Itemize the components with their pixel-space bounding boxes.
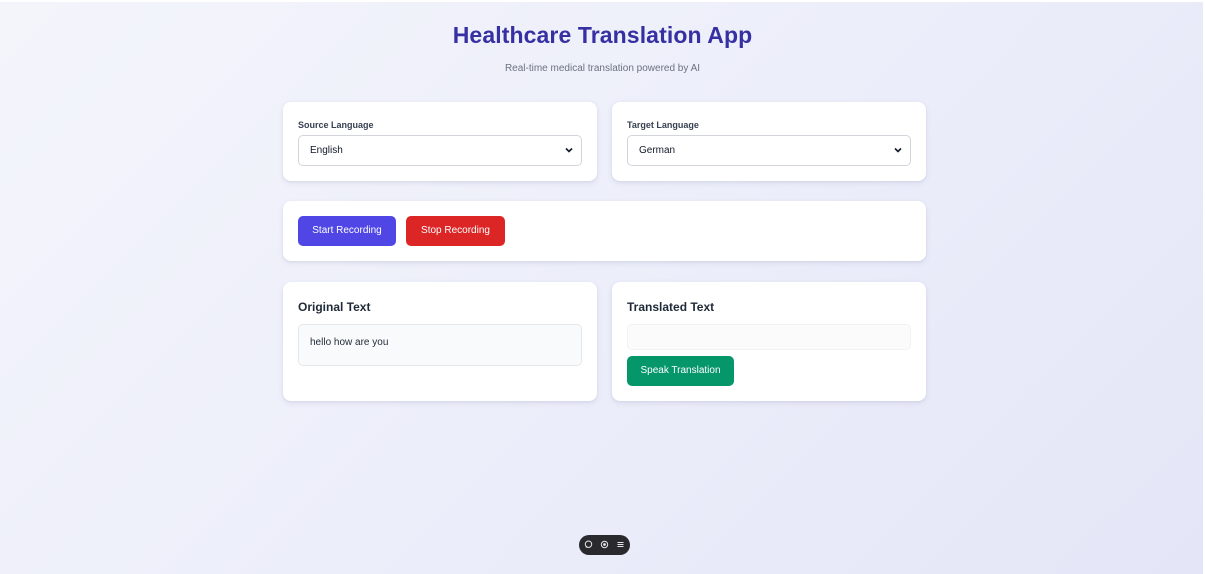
- source-language-select[interactable]: English: [298, 135, 582, 166]
- original-text-card: Original Text hello how are you: [283, 282, 597, 401]
- page-subtitle: Real-time medical translation powered by…: [504, 63, 701, 74]
- source-language-value: English: [310, 145, 343, 156]
- translated-text-card: Translated Text Speak Translation: [612, 282, 926, 401]
- target-language-card: Target Language German: [612, 102, 926, 181]
- translated-text-box: [627, 324, 911, 350]
- original-text-title: Original Text: [298, 300, 371, 314]
- target-language-label: Target Language: [627, 120, 699, 130]
- window-top-border: [0, 0, 1205, 2]
- stop-recording-button[interactable]: Stop Recording: [406, 216, 505, 246]
- source-language-label: Source Language: [298, 120, 374, 130]
- floating-toolbar[interactable]: [579, 535, 630, 555]
- translated-text-title: Translated Text: [627, 300, 715, 314]
- speak-translation-button[interactable]: Speak Translation: [627, 356, 734, 386]
- menu-icon[interactable]: [616, 540, 625, 551]
- original-text-box: hello how are you: [298, 324, 582, 366]
- page-header: Healthcare Translation App Real-time med…: [0, 22, 1205, 74]
- target-language-value: German: [639, 145, 676, 156]
- chevron-down-icon: [894, 136, 902, 177]
- chat-icon[interactable]: [584, 539, 593, 551]
- chevron-down-icon: [565, 136, 573, 177]
- toggle-icon[interactable]: [600, 540, 609, 551]
- recording-controls-card: Start Recording Stop Recording: [283, 201, 926, 261]
- target-language-select[interactable]: German: [627, 135, 911, 166]
- source-language-card: Source Language English: [283, 102, 597, 181]
- start-recording-button[interactable]: Start Recording: [298, 216, 396, 246]
- page-title: Healthcare Translation App: [452, 22, 753, 48]
